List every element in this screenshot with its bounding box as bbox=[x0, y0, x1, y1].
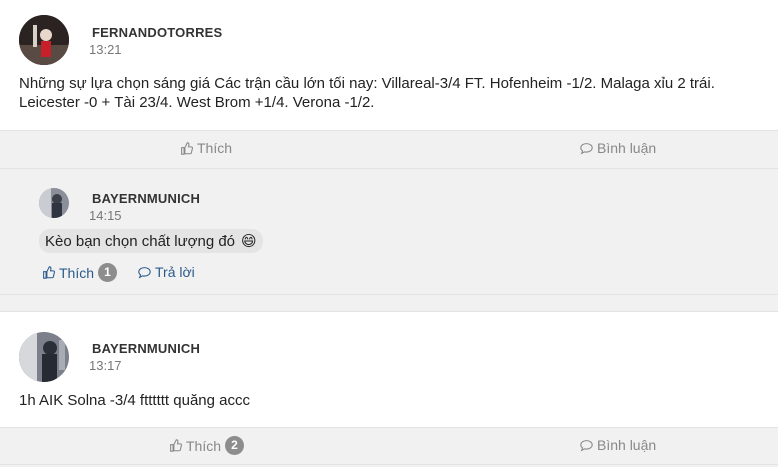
post-time: 13:21 bbox=[89, 42, 122, 57]
post-author[interactable]: FERNANDOTORRES bbox=[92, 25, 222, 40]
post-text: Những sự lựa chọn sáng giá Các trận cầu … bbox=[19, 75, 715, 111]
avatar-image bbox=[19, 15, 69, 65]
post-card: BAYERNMUNICH 13:17 1h AIK Solna -3/4 ftt… bbox=[0, 311, 778, 427]
comment-item: BAYERNMUNICH 14:15 Kèo bạn chọn chất lượ… bbox=[0, 169, 778, 294]
avatar-image bbox=[19, 332, 69, 382]
avatar[interactable] bbox=[39, 188, 69, 218]
thumbs-up-icon bbox=[42, 266, 55, 279]
comment-button[interactable]: Bình luận bbox=[580, 140, 656, 156]
like-button[interactable]: Thích bbox=[180, 140, 232, 156]
avatar-image bbox=[39, 188, 69, 218]
laughing-emoji-icon: 😄 bbox=[241, 233, 257, 250]
like-count-badge: 2 bbox=[225, 436, 245, 455]
avatar[interactable] bbox=[19, 332, 69, 382]
comment-text: Kèo bạn chọn chất lượng đó bbox=[45, 232, 236, 250]
comment-label: Bình luận bbox=[597, 437, 657, 453]
comment-time: 14:15 bbox=[89, 208, 122, 223]
speech-bubble-icon bbox=[580, 142, 593, 155]
speech-bubble-icon bbox=[580, 439, 593, 452]
post-actions: Thích 2 Bình luận bbox=[0, 427, 778, 465]
speech-bubble-icon bbox=[138, 266, 151, 279]
post-actions: Thích Bình luận bbox=[0, 130, 778, 169]
thumbs-up-icon bbox=[169, 439, 182, 452]
post-text: 1h AIK Solna -3/4 ftttttt quăng accc bbox=[19, 392, 250, 409]
comment-button[interactable]: Bình luận bbox=[580, 437, 656, 453]
comment-bubble: Kèo bạn chọn chất lượng đó 😄 bbox=[39, 229, 263, 253]
comment-author[interactable]: BAYERNMUNICH bbox=[92, 191, 200, 206]
reply-label: Trả lời bbox=[155, 264, 195, 280]
post-card: FERNANDOTORRES 13:21 Những sự lựa chọn s… bbox=[0, 0, 778, 130]
comment-label: Bình luận bbox=[597, 140, 657, 156]
like-label: Thích bbox=[186, 437, 222, 454]
like-count-badge: 1 bbox=[98, 263, 118, 282]
like-button[interactable]: Thích 2 bbox=[169, 436, 245, 455]
avatar[interactable] bbox=[19, 15, 69, 65]
comment-like-button[interactable]: Thích 1 bbox=[42, 263, 118, 282]
like-label: Thích bbox=[59, 264, 95, 281]
divider bbox=[0, 294, 778, 311]
thumbs-up-icon bbox=[180, 141, 193, 155]
post-author[interactable]: BAYERNMUNICH bbox=[92, 341, 200, 356]
like-label: Thích bbox=[197, 140, 233, 156]
reply-button[interactable]: Trả lời bbox=[138, 264, 195, 280]
post-time: 13:17 bbox=[89, 358, 122, 373]
